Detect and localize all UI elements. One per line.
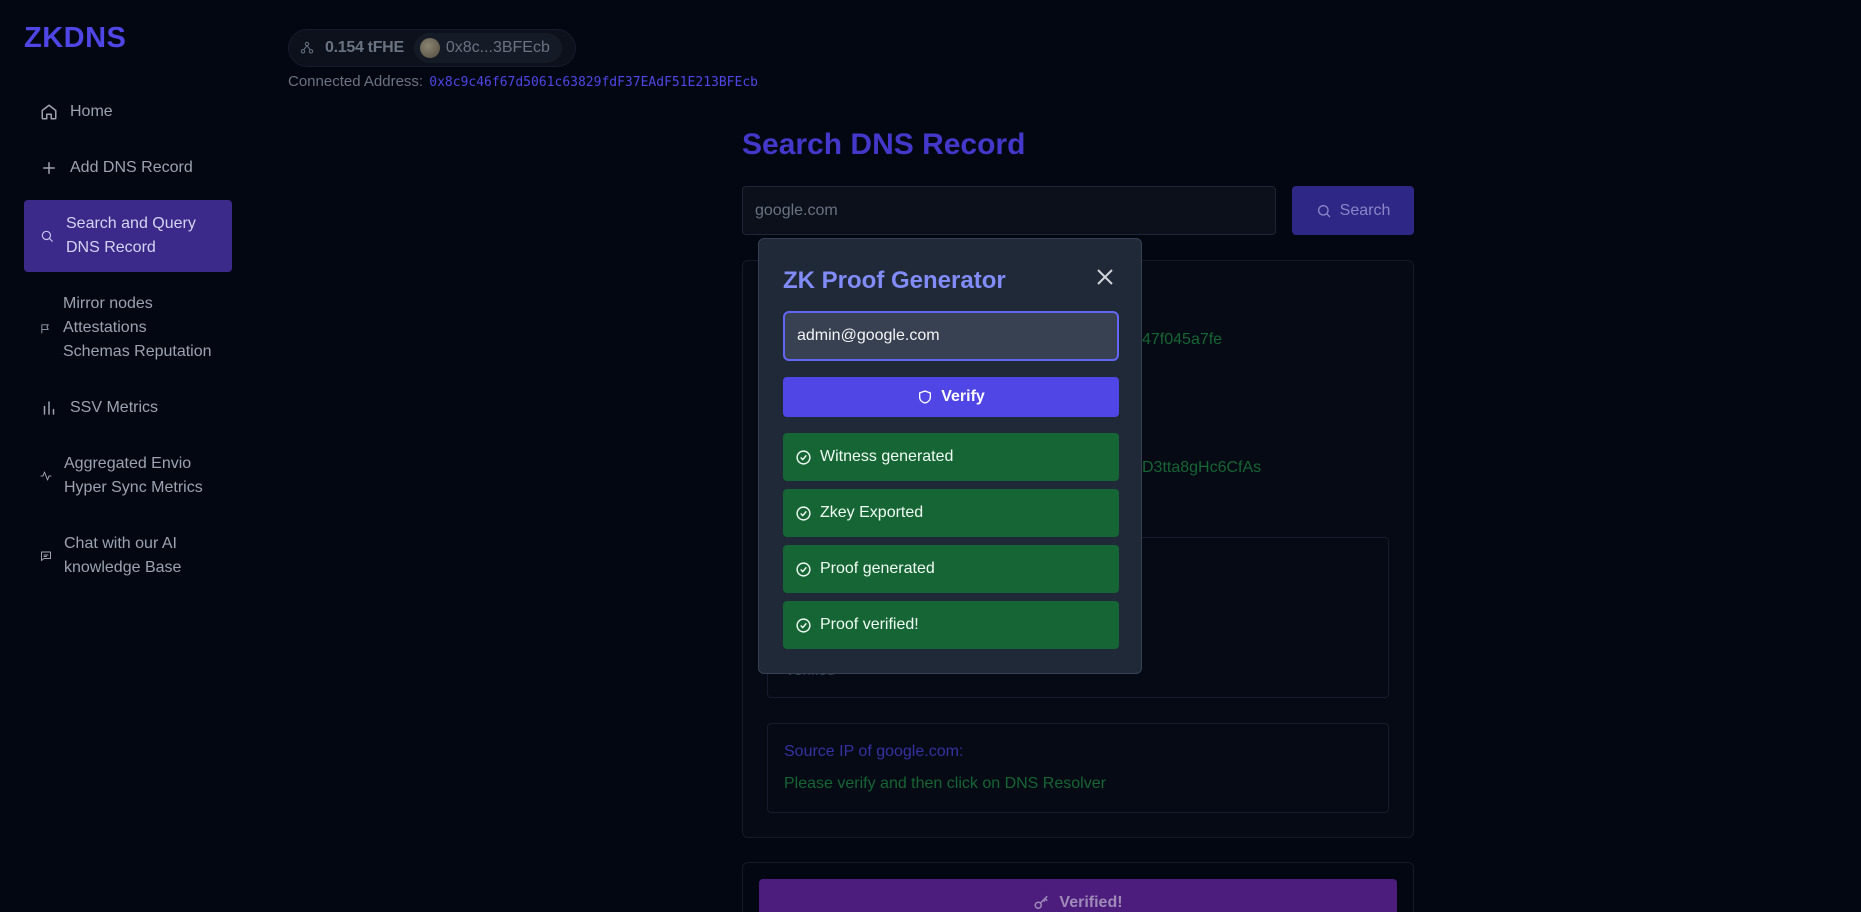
- search-icon: [41, 230, 53, 242]
- search-button[interactable]: Search: [1292, 186, 1414, 235]
- source-ip-box: [767, 723, 1389, 813]
- status-label: Proof verified!: [820, 616, 919, 633]
- search-icon: [1317, 204, 1331, 217]
- email-field[interactable]: [783, 311, 1119, 361]
- wallet-balance: 0.154 tFHE: [325, 39, 404, 56]
- page-title: Search DNS Record: [742, 128, 1026, 161]
- sidebar-item-label: Chat with our AI knowledge Base: [64, 535, 182, 576]
- sidebar-item-ssv-metrics[interactable]: SSV Metrics: [24, 396, 232, 420]
- wallet-pill[interactable]: 0.154 tFHE 0x8c...3BFEcb: [288, 29, 576, 67]
- source-ip-label: Source IP of google.com:: [784, 743, 964, 760]
- modal-title: ZK Proof Generator: [783, 267, 1006, 294]
- record-hash-partial: 47f045a7fe: [1142, 331, 1223, 348]
- record-signature-partial: D3tta8gHc6CfAs: [1142, 459, 1262, 476]
- status-proof-generated: Proof generated: [783, 545, 1119, 593]
- status-label: Witness generated: [820, 448, 954, 465]
- sidebar-item-envio-metrics[interactable]: Aggregated Envio Hyper Sync Metrics: [24, 452, 232, 500]
- status-label: Zkey Exported: [820, 504, 924, 521]
- account-chip[interactable]: 0x8c...3BFEcb: [413, 33, 562, 63]
- source-ip-message: Please verify and then click on DNS Reso…: [784, 775, 1106, 792]
- check-circle-icon: [796, 617, 811, 633]
- message-icon: [41, 551, 51, 561]
- connected-address: 0x8c9c46f67d5061c63829fdF37EAdF51E213BFE…: [429, 75, 758, 90]
- status-witness-generated: Witness generated: [783, 433, 1119, 481]
- sidebar-item-label: Add DNS Record: [70, 159, 193, 176]
- close-button[interactable]: [1095, 267, 1115, 287]
- shield-icon: [919, 390, 932, 404]
- status-proof-verified: Proof verified!: [783, 601, 1119, 649]
- status-label: Proof generated: [820, 560, 935, 577]
- bar-chart-icon: [43, 401, 55, 415]
- check-circle-icon: [796, 449, 811, 465]
- connected-address-row: Connected Address: 0x8c9c46f67d5061c6382…: [288, 73, 758, 90]
- zk-proof-modal: ZK Proof Generator Verify Witness genera…: [758, 238, 1142, 674]
- sidebar-item-mirror-nodes[interactable]: Mirror nodes Attestations Schemas Reputa…: [24, 292, 232, 364]
- sidebar-item-label: Search and Query DNS Record: [66, 215, 196, 256]
- connected-label: Connected Address:: [288, 73, 424, 90]
- search-input[interactable]: [742, 186, 1276, 235]
- brand-logo[interactable]: ZKDNS: [24, 22, 126, 55]
- activity-icon: [40, 471, 52, 481]
- verified-button[interactable]: Verified!: [759, 879, 1397, 912]
- sidebar-item-home[interactable]: Home: [24, 100, 232, 124]
- sidebar-item-search-dns-record[interactable]: Search and Query DNS Record: [24, 200, 232, 272]
- flag-icon: [41, 323, 49, 334]
- verify-button-label: Verify: [941, 388, 985, 405]
- key-icon: [1034, 895, 1049, 909]
- home-icon: [41, 104, 57, 120]
- sidebar-item-label: SSV Metrics: [70, 399, 159, 416]
- avatar: [419, 38, 440, 58]
- verified-button-label: Verified!: [1059, 894, 1123, 911]
- sidebar-item-add-dns-record[interactable]: Add DNS Record: [24, 156, 232, 180]
- sidebar-item-label: Aggregated Envio Hyper Sync Metrics: [64, 455, 203, 496]
- close-icon: [1097, 269, 1113, 285]
- sidebar-item-label: Mirror nodes Attestations Schemas Reputa…: [63, 295, 212, 360]
- sidebar: ZKDNS Home Add DNS Record Search and Que…: [0, 0, 250, 912]
- sidebar-item-label: Home: [70, 103, 113, 120]
- short-address: 0x8c...3BFEcb: [445, 39, 550, 56]
- sidebar-item-ai-chat[interactable]: Chat with our AI knowledge Base: [24, 532, 232, 580]
- check-circle-icon: [796, 561, 811, 577]
- network-icon: [300, 41, 314, 54]
- status-zkey-exported: Zkey Exported: [783, 489, 1119, 537]
- plus-icon: [43, 162, 55, 174]
- verify-button[interactable]: Verify: [783, 377, 1119, 417]
- check-circle-icon: [796, 505, 811, 521]
- search-button-label: Search: [1339, 201, 1391, 219]
